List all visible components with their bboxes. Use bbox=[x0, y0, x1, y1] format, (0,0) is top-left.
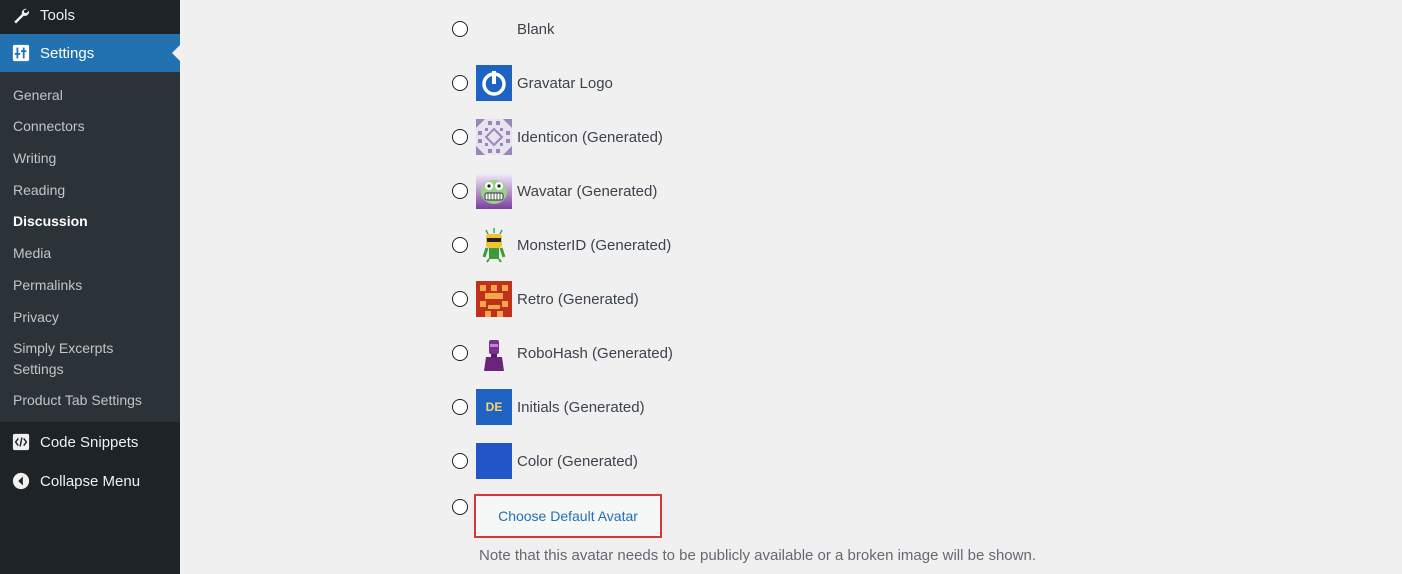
avatar-label-wavatar: Wavatar (Generated) bbox=[517, 182, 658, 200]
wavatar-icon bbox=[476, 173, 512, 209]
settings-submenu: General Connectors Writing Reading Discu… bbox=[0, 72, 180, 422]
avatar-radio-custom[interactable] bbox=[452, 499, 468, 515]
monsterid-icon bbox=[476, 227, 512, 263]
menu-tools-label: Tools bbox=[40, 6, 76, 24]
identicon-icon bbox=[476, 119, 512, 155]
admin-sidebar: Tools Settings General Connectors Writin… bbox=[0, 0, 180, 574]
submenu-writing[interactable]: Writing bbox=[13, 148, 56, 169]
avatar-label-color: Color (Generated) bbox=[517, 452, 638, 470]
avatar-label-identicon: Identicon (Generated) bbox=[517, 128, 663, 146]
blank-avatar-icon bbox=[476, 11, 512, 47]
choose-default-avatar-button[interactable]: Choose Default Avatar bbox=[498, 508, 638, 524]
avatar-radio-blank[interactable] bbox=[452, 21, 468, 37]
menu-code-snippets[interactable]: Code Snippets bbox=[0, 423, 180, 461]
submenu-simply-excerpts[interactable]: Simply Excerpts bbox=[13, 338, 113, 359]
avatar-radio-gravatar-logo[interactable] bbox=[452, 75, 468, 91]
avatar-radio-robohash[interactable] bbox=[452, 345, 468, 361]
gravatar-logo-icon bbox=[476, 65, 512, 101]
menu-settings-label: Settings bbox=[40, 44, 95, 62]
avatar-label-blank: Blank bbox=[517, 20, 555, 38]
retro-icon bbox=[476, 281, 512, 317]
avatar-label-retro: Retro (Generated) bbox=[517, 290, 639, 308]
settings-sliders-icon bbox=[11, 43, 31, 63]
collapse-menu-button[interactable]: Collapse Menu bbox=[0, 462, 180, 500]
choose-default-avatar-highlight: Choose Default Avatar bbox=[474, 494, 662, 538]
robohash-icon bbox=[476, 335, 512, 371]
wrench-icon bbox=[11, 5, 31, 25]
avatar-radio-monsterid[interactable] bbox=[452, 237, 468, 253]
submenu-product-tab-settings[interactable]: Product Tab Settings bbox=[13, 390, 142, 411]
menu-code-snippets-label: Code Snippets bbox=[40, 433, 139, 451]
avatar-label-monsterid: MonsterID (Generated) bbox=[517, 236, 672, 254]
submenu-simply-excerpts-settings[interactable]: Settings bbox=[13, 359, 64, 380]
avatar-label-initials: Initials (Generated) bbox=[517, 398, 645, 416]
submenu-permalinks[interactable]: Permalinks bbox=[13, 275, 82, 296]
menu-settings[interactable]: Settings bbox=[0, 34, 180, 72]
avatar-radio-wavatar[interactable] bbox=[452, 183, 468, 199]
avatar-radio-color[interactable] bbox=[452, 453, 468, 469]
code-icon bbox=[11, 432, 31, 452]
submenu-connectors[interactable]: Connectors bbox=[13, 116, 85, 137]
submenu-reading[interactable]: Reading bbox=[13, 180, 65, 201]
avatar-radio-initials[interactable] bbox=[452, 399, 468, 415]
avatar-label-gravatar-logo: Gravatar Logo bbox=[517, 74, 613, 92]
submenu-general[interactable]: General bbox=[13, 85, 63, 106]
initials-icon: DE bbox=[476, 389, 512, 425]
avatar-radio-retro[interactable] bbox=[452, 291, 468, 307]
submenu-discussion[interactable]: Discussion bbox=[13, 211, 88, 232]
collapse-arrow-icon bbox=[11, 471, 31, 491]
avatar-radio-identicon[interactable] bbox=[452, 129, 468, 145]
initials-text: DE bbox=[485, 400, 503, 414]
menu-tools[interactable]: Tools bbox=[0, 0, 180, 34]
submenu-media[interactable]: Media bbox=[13, 243, 51, 264]
color-avatar-icon bbox=[476, 443, 512, 479]
main-content: Blank Gravatar Logo Identicon (Generated… bbox=[180, 0, 1402, 574]
collapse-menu-label: Collapse Menu bbox=[40, 472, 141, 490]
submenu-privacy[interactable]: Privacy bbox=[13, 307, 59, 328]
avatar-label-robohash: RoboHash (Generated) bbox=[517, 344, 673, 362]
avatar-note: Note that this avatar needs to be public… bbox=[479, 547, 1036, 564]
